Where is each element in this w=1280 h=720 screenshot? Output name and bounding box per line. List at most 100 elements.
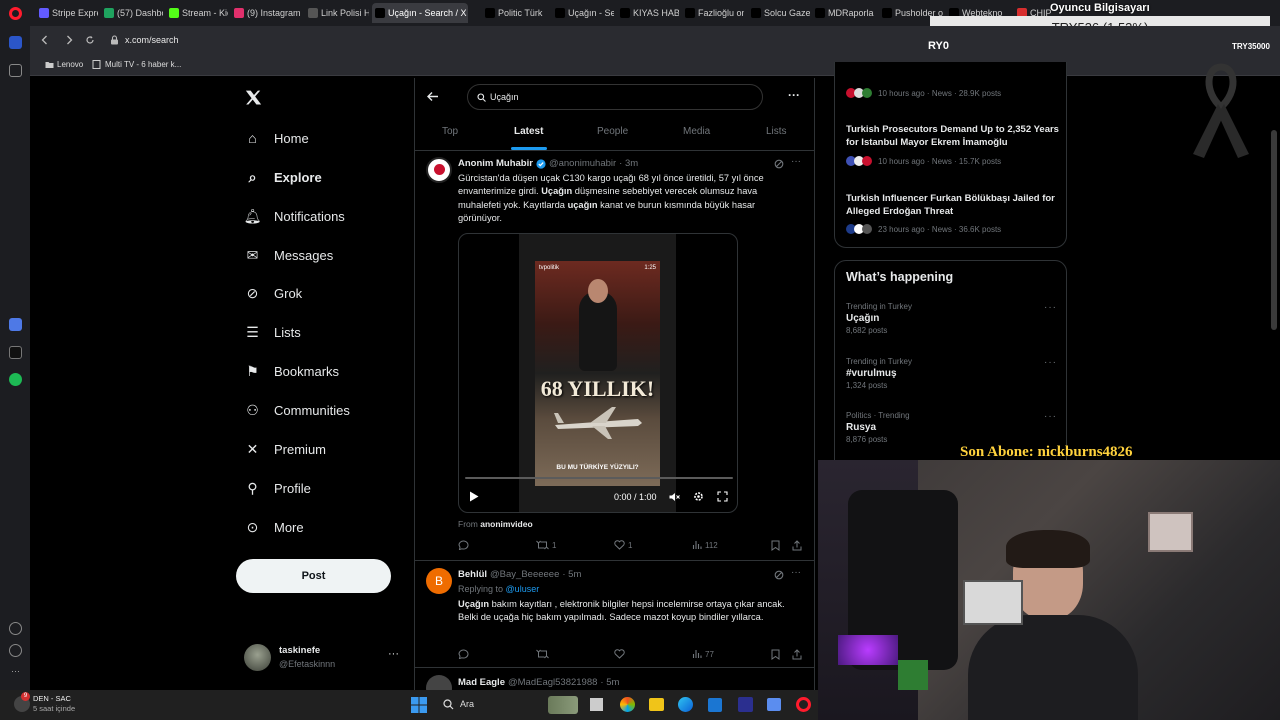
tab-latest[interactable]: Latest [514, 126, 543, 137]
nav-item-grok[interactable]: ⊘ Grok [244, 282, 303, 304]
browser-tab[interactable]: Stripe Expre [36, 3, 98, 23]
tweet-author-name[interactable]: Behlül [458, 569, 487, 580]
windows-start-icon[interactable] [411, 697, 427, 713]
like-button[interactable]: 1 [614, 540, 632, 550]
video-progress-track[interactable] [465, 477, 733, 479]
avatar[interactable] [426, 675, 452, 690]
nav-item-bookmarks[interactable]: ⚑ Bookmarks [244, 360, 339, 382]
forward-arrow-icon[interactable] [64, 35, 74, 45]
edge-icon[interactable] [678, 697, 693, 712]
news-title[interactable]: Turkish Prosecutors Demand Up to 2,352 Y… [846, 123, 1061, 149]
heart-icon[interactable] [9, 622, 22, 635]
x-sidebar-icon[interactable] [9, 346, 22, 359]
bookmark-icon[interactable] [771, 649, 780, 660]
reply-icon[interactable] [458, 649, 469, 659]
tab-top[interactable]: Top [442, 126, 458, 137]
reply-button[interactable] [458, 540, 472, 550]
trend-item[interactable]: Trending in Turkey Uçağın 8,682 posts [846, 302, 912, 335]
browser-tab[interactable]: (9) Instagram [231, 3, 301, 23]
taskbar-search[interactable]: Ara [460, 699, 474, 709]
nav-item-premium[interactable]: ✕ Premium [244, 438, 326, 460]
browser-tab[interactable]: KIYAS HABER [617, 3, 679, 23]
repost-button[interactable]: 1 [536, 540, 556, 550]
nav-item-explore[interactable]: ⌕ Explore [244, 166, 322, 188]
tweet-time[interactable]: · 5m [562, 569, 581, 580]
views-button[interactable]: 77 [692, 649, 714, 659]
video-from-account[interactable]: anonimvideo [480, 519, 532, 529]
browser-tab[interactable]: (57) Dashbo [101, 3, 163, 23]
weather-title[interactable]: DEN - SAC [33, 694, 71, 703]
grok-icon[interactable] [774, 570, 784, 580]
views-button[interactable]: 112 [692, 540, 718, 550]
opera-taskbar-icon[interactable] [796, 697, 811, 712]
tweet-author-handle[interactable]: @MadEagl53821988 [508, 677, 597, 688]
tweet[interactable]: B Behlül @Bay_Beeeeee · 5m ··· Replying … [415, 562, 814, 668]
spotify-icon[interactable] [9, 373, 22, 386]
trend-more-icon[interactable]: ··· [1044, 302, 1057, 313]
play-icon[interactable] [469, 491, 479, 502]
file-explorer-icon[interactable] [649, 698, 664, 711]
star-icon[interactable] [9, 64, 22, 77]
tweet-author-name[interactable]: Mad Eagle [458, 677, 505, 688]
nav-item-home[interactable]: ⌂ Home [244, 127, 308, 149]
trend-item[interactable]: Politics · Trending Rusya 8,876 posts [846, 411, 910, 444]
tweet-time[interactable]: · 5m [600, 677, 619, 688]
search-icon[interactable] [443, 699, 454, 710]
address-bar[interactable] [30, 26, 1280, 54]
reload-icon[interactable] [85, 35, 95, 45]
browser-tab[interactable]: MDRaporlar [812, 3, 874, 23]
bookmark-lenovo[interactable]: Lenovo [57, 60, 83, 69]
search-input[interactable]: Uçağın [467, 84, 763, 110]
tweet-author-handle[interactable]: @anonimuhabir [549, 158, 616, 169]
tweet[interactable]: Anonim Muhabir @anonimuhabir · 3m ··· Gü… [415, 151, 814, 561]
nav-item-messages[interactable]: ✉ Messages [244, 244, 334, 266]
trend-item[interactable]: Trending in Turkey #vurulmuş 1,324 posts [846, 357, 912, 390]
trend-more-icon[interactable]: ··· [1044, 357, 1057, 368]
browser-tab[interactable]: Uçağın - Search / X [372, 3, 468, 23]
nav-item-lists[interactable]: ☰ Lists [244, 321, 301, 343]
replying-to-handle[interactable]: @uluser [506, 584, 540, 594]
back-arrow-icon[interactable] [426, 90, 439, 103]
back-arrow-icon[interactable] [40, 35, 50, 45]
post-button[interactable]: Post [236, 559, 391, 593]
share-icon[interactable] [792, 649, 802, 660]
bookmark-icon[interactable] [771, 540, 780, 551]
tweet-time[interactable]: · 3m [619, 158, 638, 169]
url-text[interactable]: x.com/search [125, 35, 179, 45]
news-title[interactable]: Turkish Influencer Furkan Bölükbaşı Jail… [846, 192, 1061, 218]
avatar[interactable] [426, 157, 452, 183]
tab-media[interactable]: Media [683, 126, 710, 137]
widgets-icon[interactable] [548, 696, 578, 714]
home-sidebar-icon[interactable] [9, 36, 22, 49]
store-icon[interactable] [708, 698, 722, 712]
bookmark-multitv[interactable]: Multi TV - 6 haber k... [105, 60, 181, 69]
mute-icon[interactable] [669, 492, 680, 502]
browser-tab[interactable]: Solcu Gazete [748, 3, 810, 23]
account-more-icon[interactable]: ··· [388, 648, 399, 660]
tweet-author-name[interactable]: Anonim Muhabir [458, 158, 533, 169]
tweet[interactable]: Mad Eagle @MadEagl53821988 · 5m [415, 669, 814, 690]
nav-item-more[interactable]: ⊙ More [244, 516, 304, 538]
nav-item-notifications[interactable]: 🔔︎ Notifications [244, 205, 345, 227]
account-switcher[interactable]: taskinefe @Efetaskinnn ··· [244, 644, 404, 674]
opera-logo-icon[interactable] [9, 7, 22, 20]
share-icon[interactable] [792, 540, 802, 551]
lenovo-vantage-icon[interactable] [738, 697, 753, 712]
mail-icon[interactable] [767, 698, 781, 711]
browser-tab[interactable]: Stream - Kic [166, 3, 228, 23]
nav-item-communities[interactable]: ⚇ Communities [244, 399, 350, 421]
settings-gear-icon[interactable] [693, 491, 704, 502]
fullscreen-icon[interactable] [717, 491, 728, 502]
task-view-icon[interactable] [590, 698, 603, 711]
heart-icon[interactable] [614, 649, 625, 659]
x-logo-icon[interactable] [245, 89, 262, 106]
repost-icon[interactable] [536, 649, 549, 659]
tab-people[interactable]: People [597, 126, 628, 137]
tweet-author-handle[interactable]: @Bay_Beeeeee [490, 569, 559, 580]
browser-tab[interactable]: Link Polisi H [305, 3, 369, 23]
tab-lists[interactable]: Lists [766, 126, 787, 137]
more-dots-icon[interactable]: ··· [9, 666, 22, 679]
history-icon[interactable] [9, 644, 22, 657]
grok-icon[interactable] [774, 159, 784, 169]
tweet-more-icon[interactable]: ··· [791, 156, 801, 167]
